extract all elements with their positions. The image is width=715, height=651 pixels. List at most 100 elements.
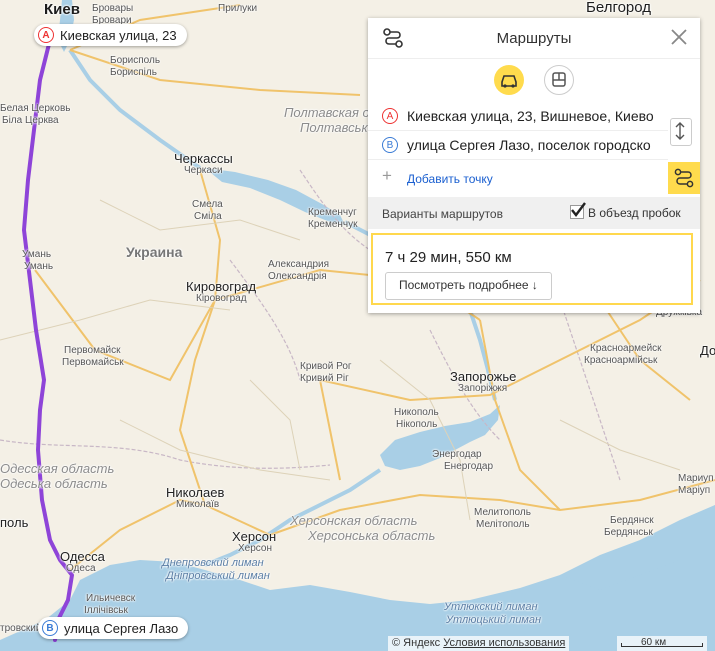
city-sublabel: Мелитополь	[474, 507, 531, 518]
close-icon[interactable]	[668, 26, 690, 48]
city-label: Одесса	[60, 549, 105, 564]
city-sublabel: Одеса	[66, 563, 96, 574]
city-sublabel: Умань	[22, 249, 52, 260]
build-route-button[interactable]	[668, 162, 700, 194]
city-sublabel: Бровары	[92, 3, 134, 14]
plus-icon: +	[382, 166, 392, 185]
city-sublabel: Первомайск	[64, 345, 121, 356]
city-sublabel: Іллічівськ	[84, 605, 128, 616]
route-from-input[interactable]: Киевская улица, 23, Вишневое, Киево	[407, 108, 667, 124]
city-sublabel: Сміла	[194, 211, 222, 222]
city-sublabel: Херсон	[238, 543, 272, 554]
scale-label: 60 км	[641, 637, 667, 648]
route-from-row[interactable]: A Киевская улица, 23, Вишневое, Киево	[368, 102, 668, 131]
city-sublabel: Смела	[192, 199, 223, 210]
route-to-row[interactable]: B улица Сергея Лазо, поселок городско	[368, 131, 668, 160]
details-button[interactable]: Посмотреть подробнее ↓	[385, 272, 552, 300]
city-label: Черкассы	[174, 151, 233, 166]
panel-header: Маршруты	[368, 18, 700, 59]
city-sublabel: Олександрія	[268, 271, 327, 282]
city-sublabel: Кременчук	[308, 219, 358, 230]
region-label-kherson-ua: Херсонська область	[308, 528, 436, 543]
country-label: Украина	[126, 244, 183, 260]
route-option-card[interactable]: 7 ч 29 мин, 550 км Посмотреть подробнее …	[371, 233, 693, 305]
city-label: Запорожье	[450, 369, 517, 384]
city-sublabel: Александрия	[268, 259, 330, 270]
from-badge: A	[382, 108, 398, 124]
city-sublabel: Запоріжжя	[458, 383, 508, 394]
brand-logo[interactable]: Яндекс	[403, 637, 440, 649]
water-label-utlyuk-ua: Утлюцький лиман	[446, 614, 542, 626]
swap-icon	[675, 122, 685, 140]
panel-title: Маршруты	[496, 30, 572, 47]
region-label-odessa-ua: Одеська область	[0, 476, 108, 491]
city-sublabel: Біла Церква	[2, 115, 59, 126]
region-label-kherson: Херсонская область	[290, 513, 418, 528]
waypoint-a-pin[interactable]: A Киевская улица, 23	[34, 24, 187, 46]
city-label: До	[700, 343, 715, 358]
add-point-row[interactable]: + Добавить точку	[368, 163, 668, 191]
city-sublabel: Нікополь	[396, 419, 438, 430]
city-sublabel: Борисполь	[110, 55, 161, 66]
city-sublabel: Черкаси	[184, 165, 223, 176]
city-sublabel: Прилуки	[218, 3, 258, 14]
city-sublabel: Мелітополь	[476, 519, 530, 530]
city-sublabel: Кременчуг	[308, 207, 357, 218]
city-sublabel: тровский	[0, 623, 42, 634]
city-sublabel: Энергодар	[432, 449, 482, 460]
water-label-dnipro-liman-ua: Дніпровський лиман	[166, 570, 270, 582]
bus-icon	[552, 72, 566, 87]
transport-modes	[368, 65, 700, 95]
city-sublabel: Кіровоград	[196, 293, 247, 304]
city-sublabel: Бориспіль	[110, 67, 157, 78]
city-sublabel: Первомайськ	[62, 357, 124, 368]
city-label: Кировоград	[186, 279, 257, 294]
copyright-sign: ©	[392, 637, 401, 649]
waypoint-a-label: Киевская улица, 23	[60, 27, 177, 43]
waypoint-b-pin[interactable]: B улица Сергея Лазо	[38, 617, 189, 639]
region-label-odessa: Одесская область	[0, 461, 115, 476]
city-sublabel: Кривой Рог	[300, 361, 352, 372]
copyright-bar: © Яндекс Условия использования	[388, 636, 570, 651]
scale-bar: 60 км	[617, 636, 707, 651]
waypoint-b-badge: B	[42, 620, 58, 636]
city-label: Херсон	[232, 529, 277, 544]
city-sublabel: Умань	[24, 261, 54, 272]
city-sublabel: Енергодар	[444, 461, 494, 472]
city-label: поль	[0, 515, 29, 530]
avoid-traffic-label[interactable]: В объезд пробок	[588, 206, 681, 220]
waypoint-a-badge: A	[38, 27, 54, 43]
city-sublabel: Кривий Ріг	[300, 373, 349, 384]
city-sublabel: Белая Церковь	[0, 103, 71, 114]
waypoint-b-label: улица Сергея Лазо	[64, 620, 179, 636]
avoid-traffic-checkbox[interactable]	[570, 202, 586, 219]
swap-button[interactable]	[670, 118, 692, 146]
city-label: Белгород	[586, 0, 652, 16]
checkmark-icon	[571, 202, 586, 217]
bus-mode-button[interactable]	[544, 65, 574, 95]
route-variants-bar: Варианты маршрутов В объезд пробок	[368, 197, 700, 229]
city-sublabel: Мариуп	[678, 473, 714, 484]
car-mode-button[interactable]	[494, 65, 524, 95]
water-label-dnipro-liman: Днепровский лиман	[162, 557, 264, 569]
route-summary: 7 ч 29 мин, 550 км	[385, 249, 512, 266]
routes-panel: Маршруты A Киевская улица, 23, Вишневое,…	[368, 18, 700, 313]
city-sublabel: Бердянськ	[604, 527, 653, 538]
city-label: Киев	[44, 1, 80, 18]
city-sublabel: Красноармейск	[590, 343, 662, 354]
route-icon	[674, 168, 694, 188]
city-label: Николаев	[166, 485, 225, 500]
water-label-utlyuk: Утлюкский лиман	[444, 601, 538, 613]
city-sublabel: Бердянск	[610, 515, 654, 526]
city-sublabel: Ильичевск	[86, 593, 136, 604]
region-label-poltava-ua: Полтавсько	[300, 120, 375, 135]
route-variants-label: Варианты маршрутов	[382, 207, 503, 221]
city-sublabel: Маріуп	[678, 485, 711, 496]
car-icon	[501, 75, 517, 88]
city-sublabel: Миколаїв	[176, 499, 220, 510]
to-badge: B	[382, 137, 398, 153]
terms-link[interactable]: Условия использования	[443, 637, 565, 649]
route-to-input[interactable]: улица Сергея Лазо, поселок городско	[407, 137, 667, 153]
city-sublabel: Красноармійськ	[584, 355, 658, 366]
add-point-link[interactable]: Добавить точку	[407, 172, 493, 186]
